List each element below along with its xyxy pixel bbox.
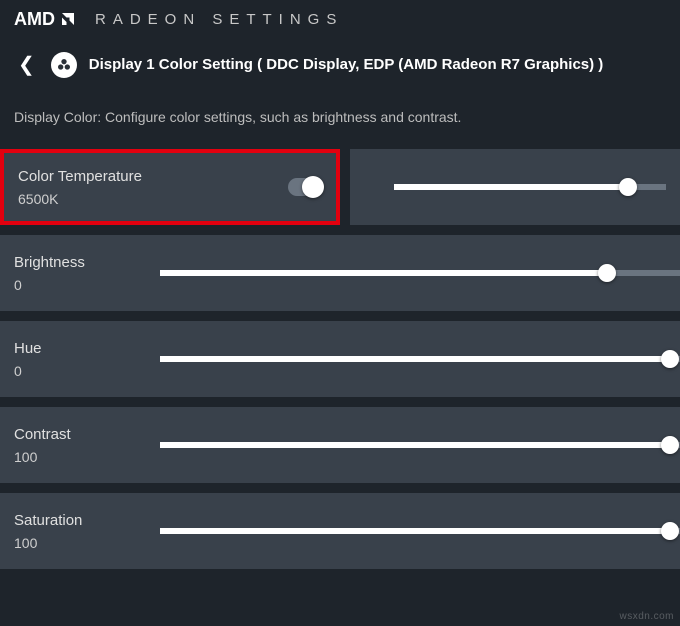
slider-thumb[interactable] [661,436,679,454]
slider-fill [394,184,628,190]
color-temperature-toggle[interactable] [288,178,322,196]
color-temperature-value: 6500K [18,191,322,207]
brightness-value: 0 [14,277,680,293]
slider-fill [160,356,670,362]
color-temperature-label: Color Temperature [18,168,322,185]
slider-fill [160,442,670,448]
toggle-knob [302,176,324,198]
contrast-label: Contrast [14,426,680,443]
brightness-slider[interactable] [160,270,680,276]
titlebar: AMD RADEON SETTINGS [0,0,680,38]
color-temperature-slider[interactable] [364,184,666,190]
color-temperature-row: Color Temperature 6500K [0,149,680,225]
contrast-slider[interactable] [160,442,680,448]
contrast-value: 100 [14,449,680,465]
saturation-label: Saturation [14,512,680,529]
slider-thumb[interactable] [661,350,679,368]
watermark: wsxdn.com [619,611,674,622]
settings-list: Color Temperature 6500K Brightness 0 [0,149,680,569]
color-temperature-slider-panel [350,149,680,225]
saturation-slider[interactable] [160,528,680,534]
display-color-icon [51,52,77,78]
saturation-value: 100 [14,535,680,551]
amd-arrow-icon [59,10,77,28]
hue-row: Hue 0 [0,321,680,397]
slider-thumb[interactable] [619,178,637,196]
amd-logo: AMD [14,9,77,30]
brightness-row: Brightness 0 [0,235,680,311]
page-description: Display Color: Configure color settings,… [0,99,680,149]
slider-fill [160,270,607,276]
slider-thumb[interactable] [598,264,616,282]
brand-text: AMD [14,9,55,30]
back-button[interactable]: ❮ [14,48,39,81]
brightness-label: Brightness [14,254,680,271]
slider-fill [160,528,670,534]
slider-thumb[interactable] [661,522,679,540]
hue-label: Hue [14,340,680,357]
hue-slider[interactable] [160,356,680,362]
saturation-row: Saturation 100 [0,493,680,569]
app-title: RADEON SETTINGS [95,11,343,28]
breadcrumb-header: ❮ Display 1 Color Setting ( DDC Display,… [0,38,680,99]
color-temperature-panel: Color Temperature 6500K [0,149,340,225]
hue-value: 0 [14,363,680,379]
page-title: Display 1 Color Setting ( DDC Display, E… [89,56,604,73]
contrast-row: Contrast 100 [0,407,680,483]
